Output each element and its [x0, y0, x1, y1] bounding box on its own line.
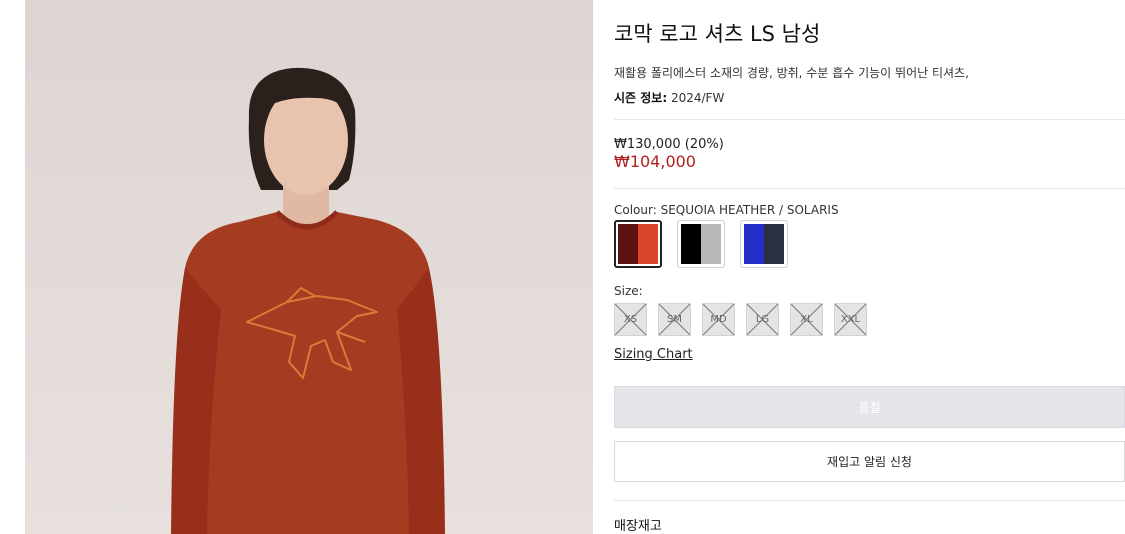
swatch-colour-right: [701, 224, 721, 264]
original-price: ₩130,000 (20%): [614, 137, 724, 152]
product-title: 코막 로고 셔츠 LS 남성: [614, 22, 821, 46]
sizing-chart-link[interactable]: Sizing Chart: [614, 347, 693, 362]
size-option-md[interactable]: MD: [702, 303, 735, 336]
size-option-xl[interactable]: XL: [790, 303, 823, 336]
colour-swatch[interactable]: [677, 220, 725, 268]
restock-alert-button[interactable]: 재입고 알림 신청: [614, 441, 1125, 482]
sold-out-label: 품절: [858, 400, 881, 415]
size-option-label: SM: [667, 314, 682, 325]
season-info: 시즌 정보: 2024/FW: [614, 89, 724, 106]
size-option-label: XL: [800, 314, 813, 325]
divider: [614, 119, 1125, 120]
size-option-sm[interactable]: SM: [658, 303, 691, 336]
colour-label: Colour: SEQUOIA HEATHER / SOLARIS: [614, 203, 839, 217]
swatch-colour-left: [618, 224, 638, 264]
divider: [614, 500, 1125, 501]
restock-alert-label: 재입고 알림 신청: [827, 455, 912, 469]
colour-swatch[interactable]: [740, 220, 788, 268]
swatch-colour-right: [638, 224, 658, 264]
swatch-colour-left: [744, 224, 764, 264]
product-info-panel: 코막 로고 셔츠 LS 남성 재활용 폴리에스터 소재의 경량, 방취, 수분 …: [614, 0, 1125, 534]
size-option-label: XS: [623, 314, 638, 325]
swatch-colour-right: [764, 224, 784, 264]
size-option-label: LG: [755, 314, 770, 325]
model-illustration: [171, 67, 445, 534]
colour-swatch[interactable]: [614, 220, 662, 268]
divider: [614, 188, 1125, 189]
product-image: [25, 0, 593, 534]
store-stock-heading: 매장재고: [614, 519, 662, 534]
size-label: Size:: [614, 284, 643, 298]
size-option-label: MD: [710, 314, 727, 325]
size-option-lg[interactable]: LG: [746, 303, 779, 336]
season-label: 시즌 정보:: [614, 91, 668, 105]
season-value: 2024/FW: [670, 91, 725, 105]
swatch-colour-left: [681, 224, 701, 264]
size-option-label: XXL: [840, 314, 861, 325]
size-option-xs[interactable]: XS: [614, 303, 647, 336]
product-description: 재활용 폴리에스터 소재의 경량, 방취, 수분 흡수 기능이 뛰어난 티셔츠,: [614, 66, 969, 80]
sold-out-button: 품절: [614, 386, 1125, 428]
sale-price: ₩104,000: [614, 152, 696, 171]
size-option-xxl[interactable]: XXL: [834, 303, 867, 336]
